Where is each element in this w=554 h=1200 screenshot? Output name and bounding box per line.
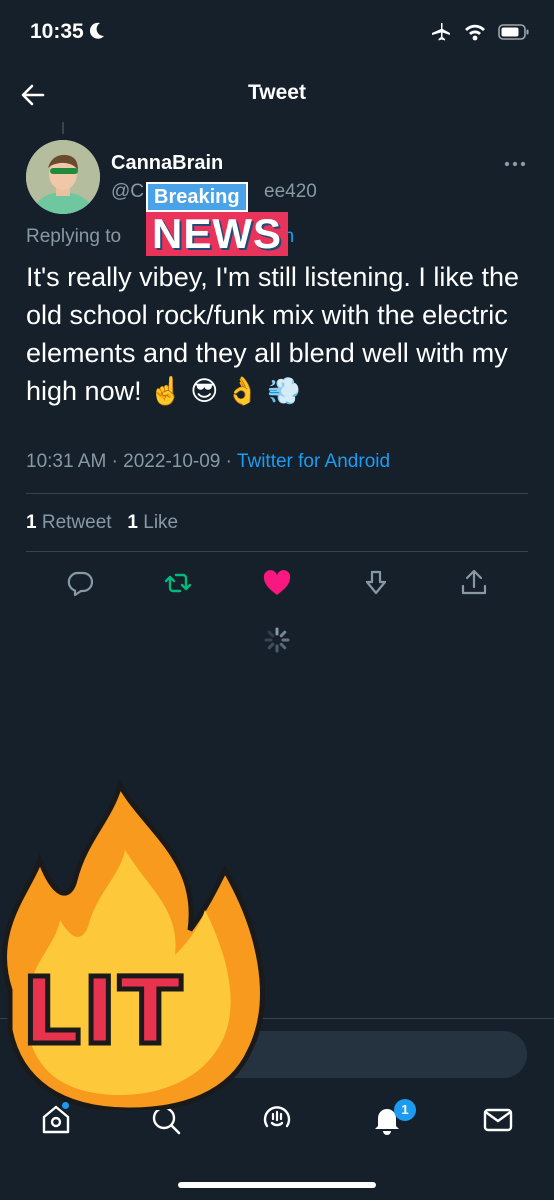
home-indicator xyxy=(178,1182,376,1188)
retweet-label: Retweet xyxy=(41,512,112,533)
tweet-actions xyxy=(0,566,554,600)
notification-badge: 1 xyxy=(394,1099,416,1121)
retweet-icon[interactable] xyxy=(161,566,195,600)
emoji-sunglasses: 😎 xyxy=(190,376,219,406)
sticker-lit-label: LIT xyxy=(20,956,185,1068)
tweet-text: It's really vibey, I'm still listening. … xyxy=(26,258,532,410)
like-count: 1 xyxy=(127,512,138,533)
sticker-breaking-label: Breaking xyxy=(146,182,248,212)
messages-icon[interactable] xyxy=(480,1102,516,1138)
breaking-news-sticker: Breaking NEWS xyxy=(136,178,296,266)
top-nav: Tweet xyxy=(0,66,554,122)
emoji-ok-hand: 👌 xyxy=(225,376,260,406)
reply-icon[interactable] xyxy=(63,566,97,600)
heart-icon[interactable] xyxy=(260,566,294,600)
page-title: Tweet xyxy=(248,81,306,104)
tweet-source[interactable]: Twitter for Android xyxy=(237,451,390,472)
status-icons xyxy=(430,22,530,47)
battery-icon xyxy=(498,23,530,46)
loading-spinner-icon xyxy=(263,626,291,659)
like-label: Like xyxy=(143,512,179,533)
meta-separator: · xyxy=(111,451,118,472)
status-time: 10:35 xyxy=(30,20,84,43)
moon-icon xyxy=(88,21,106,46)
retweet-count: 1 xyxy=(26,512,37,533)
tweet-time: 10:31 AM xyxy=(26,451,107,472)
avatar[interactable] xyxy=(26,140,100,214)
sticker-news-label: NEWS xyxy=(146,212,288,256)
tweet-meta: 10:31 AM · 2022-10-09 · Twitter for Andr… xyxy=(26,451,390,473)
retweet-stat[interactable]: 1 Retweet xyxy=(26,512,112,533)
thread-connector xyxy=(62,122,64,134)
replying-to-label: Replying to xyxy=(26,226,122,247)
wifi-icon xyxy=(464,23,486,46)
meta-separator-2: · xyxy=(225,451,232,472)
like-stat[interactable]: 1 Like xyxy=(127,512,178,533)
divider xyxy=(26,493,528,494)
display-name[interactable]: CannaBrain xyxy=(111,152,223,175)
tweet-date: 2022-10-09 xyxy=(123,451,221,472)
airplane-icon xyxy=(430,22,452,47)
status-bar: 10:35 xyxy=(0,0,554,66)
emoji-dash: 💨 xyxy=(267,376,301,406)
download-icon[interactable] xyxy=(359,566,393,600)
more-options-icon[interactable] xyxy=(504,154,526,172)
divider xyxy=(26,551,528,552)
tweet-stats: 1 Retweet 1 Like xyxy=(26,512,178,534)
emoji-pointing-up: ☝️ xyxy=(149,376,183,406)
share-icon[interactable] xyxy=(457,566,491,600)
